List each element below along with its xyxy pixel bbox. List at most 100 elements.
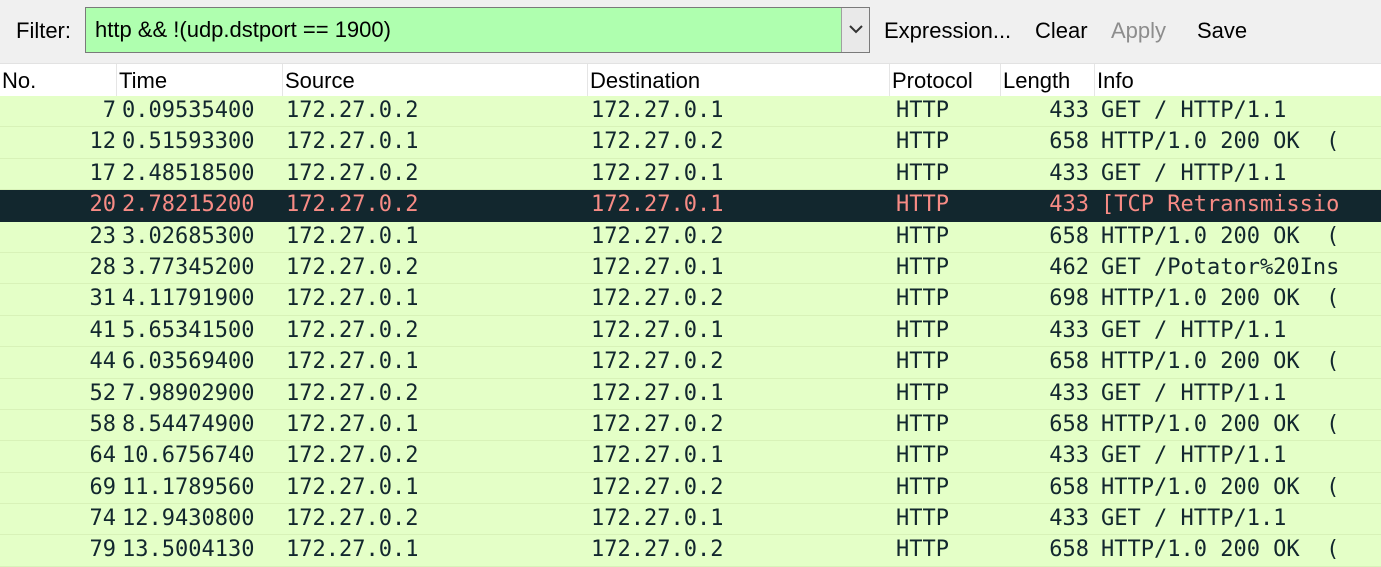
packet-source: 172.27.0.2 xyxy=(286,98,419,123)
packet-number: 28 xyxy=(89,254,117,280)
packet-length: 658 xyxy=(1049,223,1089,249)
packet-number: 7 xyxy=(102,98,116,123)
packet-number: 69 xyxy=(89,474,117,500)
packet-info: HTTP/1.0 200 OK ( xyxy=(1101,129,1340,155)
packet-time: 4.11791900 xyxy=(122,286,255,312)
packet-row[interactable]: 79 13.5004130 172.27.0.1 172.27.0.2 HTTP 658 H… xyxy=(0,535,1381,567)
column-header-no[interactable]: No. xyxy=(0,64,116,96)
packet-protocol: HTTP xyxy=(896,349,949,375)
packet-length: 433 xyxy=(1049,317,1089,343)
packet-time: 11.1789560 xyxy=(122,474,255,500)
packet-source: 172.27.0.1 xyxy=(286,411,419,437)
packet-row[interactable]: 41 5.65341500 172.27.0.2 172.27.0.1 HTTP 433 G… xyxy=(0,315,1381,348)
packet-number: 20 xyxy=(89,192,117,218)
packet-source: 172.27.0.2 xyxy=(286,380,419,406)
column-header-time[interactable]: Time xyxy=(116,64,282,96)
packet-source: 172.27.0.2 xyxy=(286,506,419,532)
packet-number: 74 xyxy=(89,506,117,532)
packet-protocol: HTTP xyxy=(896,129,949,155)
column-header-info[interactable]: Info xyxy=(1094,64,1381,96)
packet-length: 698 xyxy=(1049,286,1089,312)
packet-row[interactable]: 28 3.77345200 172.27.0.2 172.27.0.1 HTTP 462 G… xyxy=(0,252,1381,285)
packet-source: 172.27.0.1 xyxy=(286,474,419,500)
packet-source: 172.27.0.2 xyxy=(286,254,419,280)
expression-button[interactable]: Expression... xyxy=(884,18,1011,44)
packet-length: 433 xyxy=(1049,160,1089,186)
packet-info: HTTP/1.0 200 OK ( xyxy=(1101,286,1340,312)
packet-source: 172.27.0.2 xyxy=(286,317,419,343)
packet-number: 41 xyxy=(89,317,117,343)
packet-destination: 172.27.0.1 xyxy=(591,160,724,186)
apply-button[interactable]: Apply xyxy=(1111,18,1166,44)
packet-protocol: HTTP xyxy=(896,474,949,500)
clear-button[interactable]: Clear xyxy=(1035,18,1088,44)
packet-protocol: HTTP xyxy=(896,317,949,343)
packet-destination: 172.27.0.2 xyxy=(591,537,724,563)
packet-info: GET / HTTP/1.1 xyxy=(1101,443,1287,469)
chevron-down-icon xyxy=(849,25,863,34)
column-header-destination[interactable]: Destination xyxy=(587,64,889,96)
packet-row[interactable]: 74 12.9430800 172.27.0.2 172.27.0.1 HTTP 433 G… xyxy=(0,504,1381,536)
filter-combobox[interactable] xyxy=(85,7,870,53)
packet-row[interactable]: 7 0.09535400 172.27.0.2 172.27.0.1 HTTP 433 GE… xyxy=(0,96,1381,128)
packet-time: 10.6756740 xyxy=(122,443,255,469)
packet-length: 658 xyxy=(1049,537,1089,563)
packet-destination: 172.27.0.2 xyxy=(591,411,724,437)
packet-time: 2.48518500 xyxy=(122,160,255,186)
packet-destination: 172.27.0.2 xyxy=(591,223,724,249)
packet-info: GET / HTTP/1.1 xyxy=(1101,506,1287,532)
packet-time: 6.03569400 xyxy=(122,349,255,375)
packet-destination: 172.27.0.2 xyxy=(591,349,724,375)
packet-destination: 172.27.0.1 xyxy=(591,506,724,532)
packet-row[interactable]: 58 8.54474900 172.27.0.1 172.27.0.2 HTTP 658 H… xyxy=(0,409,1381,442)
filter-input[interactable] xyxy=(86,8,838,52)
packet-number: 79 xyxy=(89,537,117,563)
packet-row[interactable]: 12 0.51593300 172.27.0.1 172.27.0.2 HTTP 658 H… xyxy=(0,127,1381,159)
packet-length: 658 xyxy=(1049,349,1089,375)
packet-protocol: HTTP xyxy=(896,380,949,406)
save-button[interactable]: Save xyxy=(1197,18,1247,44)
packet-number: 12 xyxy=(89,129,117,155)
packet-list-header: No. Time Source Destination Protocol Len… xyxy=(0,64,1381,97)
column-header-protocol[interactable]: Protocol xyxy=(889,64,1000,96)
column-header-length[interactable]: Length xyxy=(1000,64,1094,96)
packet-row[interactable]: 69 11.1789560 172.27.0.1 172.27.0.2 HTTP 658 H… xyxy=(0,472,1381,505)
packet-destination: 172.27.0.2 xyxy=(591,129,724,155)
packet-source: 172.27.0.1 xyxy=(286,537,419,563)
packet-row[interactable]: 17 2.48518500 172.27.0.2 172.27.0.1 HTTP 433 G… xyxy=(0,158,1381,191)
packet-destination: 172.27.0.2 xyxy=(591,474,724,500)
packet-time: 3.77345200 xyxy=(122,254,255,280)
packet-protocol: HTTP xyxy=(896,98,949,123)
packet-number: 44 xyxy=(89,349,117,375)
packet-info: HTTP/1.0 200 OK ( xyxy=(1101,474,1340,500)
packet-protocol: HTTP xyxy=(896,537,949,563)
packet-length: 658 xyxy=(1049,129,1089,155)
packet-protocol: HTTP xyxy=(896,192,949,218)
packet-row-selected[interactable]: 20 2.78215200 172.27.0.2 172.27.0.1 HTTP 433 [… xyxy=(0,190,1381,222)
packet-protocol: HTTP xyxy=(896,254,949,280)
packet-info: GET / HTTP/1.1 xyxy=(1101,160,1287,186)
packet-source: 172.27.0.2 xyxy=(286,160,419,186)
column-header-source[interactable]: Source xyxy=(282,64,587,96)
filter-dropdown-button[interactable] xyxy=(841,8,869,52)
packet-protocol: HTTP xyxy=(896,160,949,186)
packet-row[interactable]: 44 6.03569400 172.27.0.1 172.27.0.2 HTTP 658 H… xyxy=(0,347,1381,379)
packet-info: HTTP/1.0 200 OK ( xyxy=(1101,411,1340,437)
packet-time: 5.65341500 xyxy=(122,317,255,343)
packet-row[interactable]: 31 4.11791900 172.27.0.1 172.27.0.2 HTTP 698 H… xyxy=(0,284,1381,316)
packet-row[interactable]: 23 3.02685300 172.27.0.1 172.27.0.2 HTTP 658 H… xyxy=(0,221,1381,253)
packet-row[interactable]: 52 7.98902900 172.27.0.2 172.27.0.1 HTTP 433 G… xyxy=(0,378,1381,410)
packet-list[interactable]: 7 0.09535400 172.27.0.2 172.27.0.1 HTTP 433 GE… xyxy=(0,96,1381,567)
packet-destination: 172.27.0.1 xyxy=(591,192,724,218)
packet-source: 172.27.0.1 xyxy=(286,286,419,312)
packet-info: HTTP/1.0 200 OK ( xyxy=(1101,223,1340,249)
packet-number: 17 xyxy=(89,160,117,186)
packet-length: 433 xyxy=(1049,380,1089,406)
packet-info: [TCP Retransmissio xyxy=(1101,192,1340,218)
packet-source: 172.27.0.1 xyxy=(286,223,419,249)
packet-destination: 172.27.0.1 xyxy=(591,254,724,280)
packet-row[interactable]: 64 10.6756740 172.27.0.2 172.27.0.1 HTTP 433 G… xyxy=(0,441,1381,473)
packet-time: 12.9430800 xyxy=(122,506,255,532)
packet-destination: 172.27.0.1 xyxy=(591,98,724,123)
packet-info: GET / HTTP/1.1 xyxy=(1101,380,1287,406)
